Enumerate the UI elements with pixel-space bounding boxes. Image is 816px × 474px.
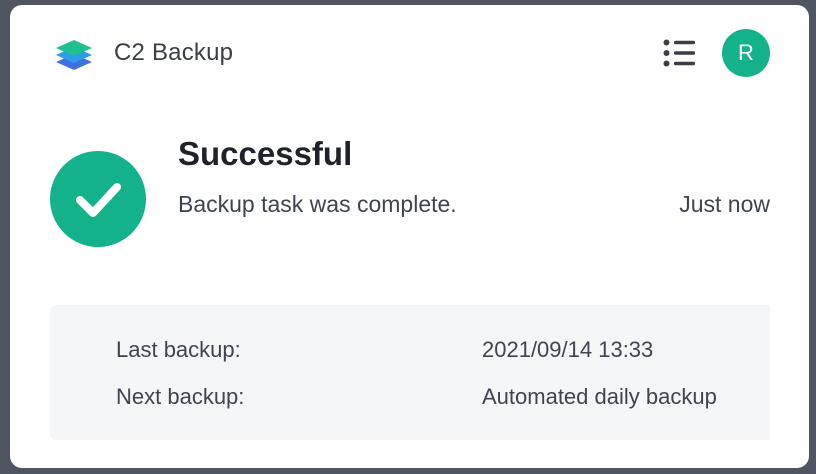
stacked-layers-icon (54, 36, 94, 72)
next-backup-value: Automated daily backup (482, 384, 717, 409)
last-backup-value: 2021/09/14 13:33 (482, 337, 654, 362)
app-header: C2 Backup R (10, 5, 809, 100)
backup-details-panel: Last backup: 2021/09/14 13:33 Next backu… (50, 305, 770, 440)
app-title: C2 Backup (114, 39, 234, 66)
status-timestamp: Just now (679, 191, 770, 217)
next-backup-label: Next backup: (116, 384, 245, 409)
last-backup-label: Last backup: (116, 337, 241, 362)
last-backup-row: Last backup: 2021/09/14 13:33 (116, 337, 756, 367)
status-message: Backup task was complete. (178, 191, 457, 217)
status-title: Successful (178, 135, 353, 172)
menu-button[interactable] (658, 33, 702, 77)
check-circle-icon (50, 151, 146, 247)
backup-status-card: C2 Backup R Successful Backup task was c… (10, 5, 809, 468)
list-menu-icon (663, 39, 697, 72)
user-avatar[interactable]: R (722, 29, 770, 77)
next-backup-row: Next backup: Automated daily backup (116, 384, 756, 414)
